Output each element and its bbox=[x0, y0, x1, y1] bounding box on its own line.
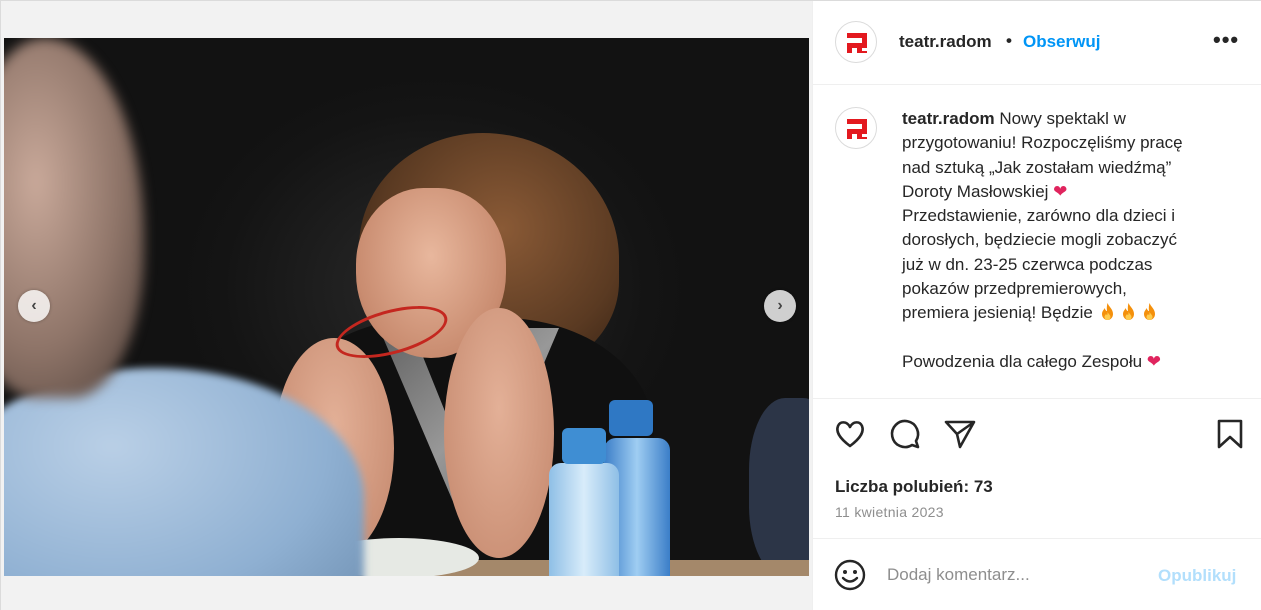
heart-outline-icon[interactable] bbox=[833, 417, 867, 451]
avatar[interactable] bbox=[835, 21, 877, 63]
red-heart-icon: ❤ bbox=[1146, 351, 1162, 371]
red-pixel-logo-icon bbox=[847, 119, 867, 139]
carousel-next-button[interactable]: › bbox=[764, 290, 796, 322]
fire-emoji-icon bbox=[1101, 303, 1113, 321]
caption-text: teatr.radom Nowy spektakl w przygotowani… bbox=[902, 107, 1232, 374]
caption-line: Nowy spektakl w bbox=[999, 109, 1126, 128]
post-photo bbox=[4, 38, 809, 576]
caption-line: nad sztuką „Jak zostałam wiedźmą” bbox=[902, 157, 1172, 177]
chevron-right-icon: › bbox=[777, 297, 783, 314]
caption-line: Powodzenia dla całego Zespołu bbox=[902, 351, 1143, 371]
speech-bubble-icon[interactable] bbox=[888, 417, 922, 451]
red-heart-icon: ❤ bbox=[1053, 181, 1068, 201]
caption-avatar[interactable] bbox=[835, 107, 877, 149]
smiley-icon[interactable] bbox=[833, 558, 867, 592]
post-side-panel: teatr.radom • Obserwuj ••• teatr.radom N… bbox=[812, 1, 1261, 610]
chevron-left-icon: ‹ bbox=[31, 297, 37, 314]
caption-line: Doroty Masłowskiej bbox=[902, 181, 1049, 201]
paper-plane-icon[interactable] bbox=[943, 417, 977, 451]
caption-line: pokazów przedpremierowych, bbox=[902, 279, 1127, 299]
caption-line: przygotowaniu! Rozpoczęliśmy pracę bbox=[902, 133, 1183, 153]
caption-line: dorosłych, będziecie mogli zobaczyć bbox=[902, 230, 1177, 250]
post-date: 11 kwietnia 2023 bbox=[835, 504, 944, 520]
bookmark-icon[interactable] bbox=[1213, 417, 1247, 451]
red-pixel-logo-icon bbox=[847, 33, 867, 53]
more-options-icon[interactable]: ••• bbox=[1213, 29, 1239, 51]
follow-button[interactable]: Obserwuj bbox=[1023, 32, 1100, 52]
separator-dot: • bbox=[1006, 31, 1012, 50]
post-author-username[interactable]: teatr.radom bbox=[899, 32, 992, 52]
caption-line: premiera jesienią! Będzie bbox=[902, 303, 1093, 323]
instagram-post-modal: ‹ › teatr.radom • Obserwuj ••• teatr.rad… bbox=[0, 0, 1261, 610]
caption-line: już w dn. 23-25 czerwca podczas bbox=[902, 254, 1153, 274]
comment-bar: Opublikuj bbox=[813, 539, 1261, 610]
likes-count[interactable]: Liczba polubień: 73 bbox=[835, 477, 993, 497]
carousel-prev-button[interactable]: ‹ bbox=[18, 290, 50, 322]
caption-username[interactable]: teatr.radom bbox=[902, 109, 995, 128]
post-actions: Liczba polubień: 73 11 kwietnia 2023 bbox=[813, 399, 1261, 539]
fire-emoji-icon bbox=[1143, 303, 1155, 321]
comment-input[interactable] bbox=[887, 562, 1147, 588]
fire-emoji-icon bbox=[1122, 303, 1134, 321]
post-media-panel: ‹ › bbox=[1, 1, 812, 610]
publish-button[interactable]: Opublikuj bbox=[1158, 566, 1236, 586]
caption-line: Przedstawienie, zarówno dla dzieci i bbox=[902, 206, 1176, 226]
post-header: teatr.radom • Obserwuj ••• bbox=[813, 1, 1261, 85]
caption-section: teatr.radom Nowy spektakl w przygotowani… bbox=[813, 85, 1261, 399]
